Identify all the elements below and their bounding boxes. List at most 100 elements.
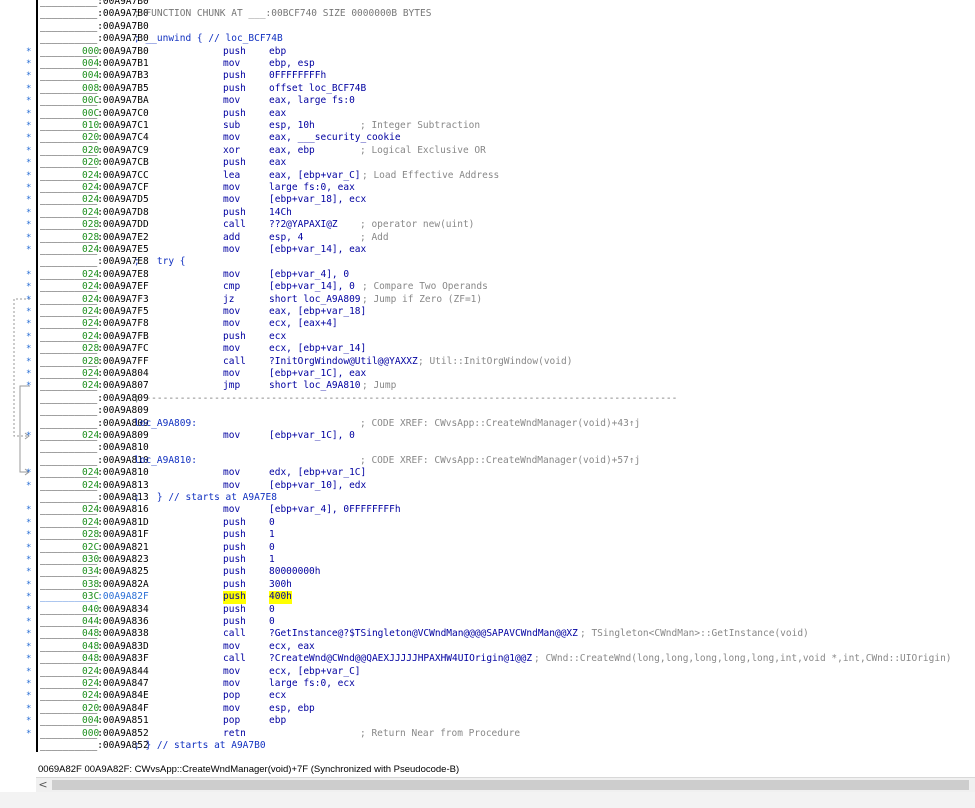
instruction-mnemonic[interactable]: retn bbox=[223, 728, 246, 740]
listing-row[interactable]: * __________:00A9A7FC 028 mov ecx, [ebp+var_… bbox=[0, 343, 975, 356]
instruction-operands[interactable]: ?CreateWnd@CWnd@@QAEXJJJJJHPAXHW4UIOrigi… bbox=[269, 653, 532, 665]
instruction-mnemonic[interactable]: push bbox=[223, 157, 246, 169]
row-label[interactable]: ; __unwind { // loc_BCF74B bbox=[134, 33, 283, 45]
instruction-operands[interactable]: eax bbox=[269, 157, 286, 169]
listing-row[interactable]: * __________:00A9A7CF 024 mov large fs:0, ea… bbox=[0, 182, 975, 195]
listing-row[interactable]: * __________:00A9A7F5 024 mov eax, [ebp+var_… bbox=[0, 306, 975, 319]
listing-row[interactable]: __________:00A9A852; } // starts at A9A7… bbox=[0, 740, 975, 753]
instruction-operands[interactable]: large fs:0, eax bbox=[269, 182, 355, 194]
breakpoint-marker-icon[interactable]: * bbox=[26, 207, 32, 219]
instruction-operands[interactable]: [ebp+var_4], 0 bbox=[269, 269, 349, 281]
breakpoint-marker-icon[interactable]: * bbox=[26, 108, 32, 120]
breakpoint-marker-icon[interactable]: * bbox=[26, 306, 32, 318]
listing-row[interactable]: * __________:00A9A7E8 024 mov [ebp+var_4], 0 bbox=[0, 268, 975, 282]
instruction-operands[interactable]: short loc_A9A810 bbox=[269, 380, 361, 392]
instruction-operands[interactable]: esp, ebp bbox=[269, 703, 315, 715]
listing-row[interactable]: * __________:00A9A7B0 000 push ebp bbox=[0, 45, 975, 58]
instruction-operands[interactable]: 0 bbox=[269, 604, 275, 616]
instruction-operands[interactable]: 0 bbox=[269, 616, 275, 628]
instruction-operands[interactable]: ecx bbox=[269, 331, 286, 343]
listing-row[interactable]: * __________:00A9A7EF 024 cmp [ebp+var_14], … bbox=[0, 281, 975, 294]
instruction-mnemonic[interactable]: mov bbox=[223, 467, 240, 479]
breakpoint-marker-icon[interactable]: * bbox=[26, 182, 32, 194]
listing-row[interactable]: * __________:00A9A82A 038 push 300h bbox=[0, 578, 975, 592]
breakpoint-marker-icon[interactable]: * bbox=[26, 95, 32, 107]
listing-row[interactable]: __________:00A9A810 bbox=[0, 442, 975, 455]
breakpoint-marker-icon[interactable]: * bbox=[26, 269, 32, 281]
disassembly-view[interactable]: __________:00A9A7B0 __________:00A9A7B0; … bbox=[0, 0, 975, 760]
listing-row[interactable]: * __________:00A9A804 024 mov [ebp+var_1C], … bbox=[0, 368, 975, 381]
breakpoint-marker-icon[interactable]: * bbox=[26, 628, 32, 640]
listing-row[interactable]: * __________:00A9A84E 024 pop ecx bbox=[0, 690, 975, 703]
breakpoint-marker-icon[interactable]: * bbox=[26, 467, 32, 479]
breakpoint-marker-icon[interactable]: * bbox=[26, 157, 32, 169]
breakpoint-marker-icon[interactable]: * bbox=[26, 480, 32, 492]
row-label[interactable]: loc_A9A810: bbox=[134, 455, 197, 467]
instruction-mnemonic[interactable]: call bbox=[223, 628, 246, 640]
breakpoint-marker-icon[interactable]: * bbox=[26, 690, 32, 702]
listing-row[interactable]: * __________:00A9A7FF 028 call ?InitOrgWindo… bbox=[0, 355, 975, 368]
instruction-operands[interactable]: [ebp+var_1C], eax bbox=[269, 368, 366, 380]
instruction-mnemonic[interactable]: push bbox=[223, 46, 246, 58]
listing-row[interactable]: * __________:00A9A7C0 00C push eax bbox=[0, 107, 975, 120]
instruction-mnemonic[interactable]: push bbox=[223, 579, 246, 591]
instruction-mnemonic[interactable]: mov bbox=[223, 678, 240, 690]
breakpoint-marker-icon[interactable]: * bbox=[26, 58, 32, 70]
instruction-operands[interactable]: [ebp+var_4], 0FFFFFFFFh bbox=[269, 504, 401, 516]
breakpoint-marker-icon[interactable]: * bbox=[26, 281, 32, 293]
breakpoint-marker-icon[interactable]: * bbox=[26, 343, 32, 355]
instruction-operands[interactable]: [ebp+var_14], 0 bbox=[269, 281, 355, 293]
instruction-operands[interactable]: offset loc_BCF74B bbox=[269, 83, 366, 95]
listing-row[interactable]: * __________:00A9A7C4 020 mov eax, ___securi… bbox=[0, 132, 975, 145]
instruction-operands[interactable]: eax, [ebp+var_C] bbox=[269, 170, 361, 182]
instruction-operands[interactable]: 14Ch bbox=[269, 207, 292, 219]
instruction-operands[interactable]: ??2@YAPAXI@Z bbox=[269, 219, 338, 231]
instruction-mnemonic[interactable]: mov bbox=[223, 58, 240, 70]
breakpoint-marker-icon[interactable]: * bbox=[26, 678, 32, 690]
instruction-mnemonic[interactable]: mov bbox=[223, 368, 240, 380]
listing-row[interactable]: * __________:00A9A821 02C push 0 bbox=[0, 541, 975, 554]
instruction-mnemonic[interactable]: call bbox=[223, 219, 246, 231]
instruction-operands[interactable]: ecx, [ebp+var_14] bbox=[269, 343, 366, 355]
instruction-operands[interactable]: 0 bbox=[269, 542, 275, 554]
instruction-mnemonic[interactable]: mov bbox=[223, 182, 240, 194]
breakpoint-marker-icon[interactable]: * bbox=[26, 170, 32, 182]
listing-row[interactable]: * __________:00A9A816 024 mov [ebp+var_4], 0… bbox=[0, 504, 975, 517]
listing-row[interactable]: * __________:00A9A7F8 024 mov ecx, [eax+4] bbox=[0, 318, 975, 331]
instruction-operands[interactable]: [ebp+var_14], eax bbox=[269, 244, 366, 256]
instruction-mnemonic[interactable]: push bbox=[223, 83, 246, 95]
breakpoint-marker-icon[interactable]: * bbox=[26, 380, 32, 392]
breakpoint-marker-icon[interactable]: * bbox=[26, 703, 32, 715]
instruction-mnemonic[interactable]: push bbox=[223, 542, 246, 554]
listing-row[interactable]: * __________:00A9A84F 020 mov esp, ebp bbox=[0, 702, 975, 716]
listing-row[interactable]: * __________:00A9A7FB 024 push ecx bbox=[0, 330, 975, 344]
listing-row[interactable]: * __________:00A9A81F 028 push 1 bbox=[0, 529, 975, 542]
instruction-mnemonic[interactable]: jmp bbox=[223, 380, 240, 392]
instruction-operands[interactable]: eax bbox=[269, 108, 286, 120]
instruction-mnemonic[interactable]: mov bbox=[223, 318, 240, 330]
listing-row[interactable]: * __________:00A9A851 004 pop ebp bbox=[0, 715, 975, 728]
listing-row[interactable]: * __________:00A9A7E5 024 mov [ebp+var_14], … bbox=[0, 244, 975, 257]
breakpoint-marker-icon[interactable]: * bbox=[26, 331, 32, 343]
instruction-mnemonic[interactable]: call bbox=[223, 653, 246, 665]
instruction-operands[interactable]: ecx bbox=[269, 690, 286, 702]
listing-row[interactable]: * __________:00A9A834 040 push 0 bbox=[0, 603, 975, 616]
listing-row[interactable]: * __________:00A9A7C1 010 sub esp, 10h; Inte… bbox=[0, 120, 975, 133]
breakpoint-marker-icon[interactable]: * bbox=[26, 83, 32, 95]
breakpoint-marker-icon[interactable]: * bbox=[26, 604, 32, 616]
listing-row[interactable]: __________:00A9A7B0; __unwind { // loc_B… bbox=[0, 33, 975, 46]
breakpoint-marker-icon[interactable]: * bbox=[26, 554, 32, 566]
instruction-operands[interactable]: esp, 10h bbox=[269, 120, 315, 132]
instruction-operands[interactable]: esp, 4 bbox=[269, 232, 303, 244]
instruction-operands[interactable]: ebp, esp bbox=[269, 58, 315, 70]
breakpoint-marker-icon[interactable]: * bbox=[26, 591, 32, 603]
listing-row[interactable]: __________:00A9A7B0 bbox=[0, 0, 975, 9]
breakpoint-marker-icon[interactable]: * bbox=[26, 232, 32, 244]
instruction-mnemonic[interactable]: mov bbox=[223, 194, 240, 206]
instruction-mnemonic[interactable]: push bbox=[223, 604, 246, 616]
breakpoint-marker-icon[interactable]: * bbox=[26, 728, 32, 740]
instruction-operands[interactable]: short loc_A9A809 bbox=[269, 294, 361, 306]
breakpoint-marker-icon[interactable]: * bbox=[26, 517, 32, 529]
listing-row[interactable]: * __________:00A9A83D 048 mov ecx, eax bbox=[0, 640, 975, 654]
listing-row[interactable]: * __________:00A9A809 024 mov [ebp+var_1C], … bbox=[0, 430, 975, 443]
